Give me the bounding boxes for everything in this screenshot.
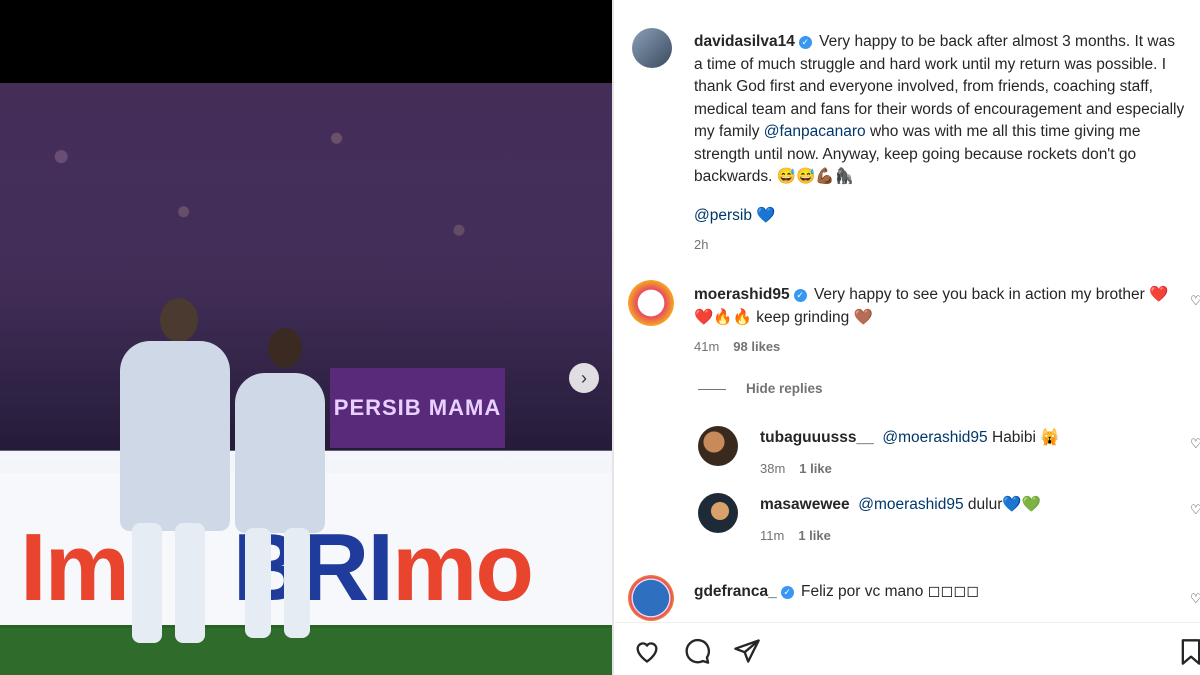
hide-replies-button[interactable]: Hide replies bbox=[698, 381, 823, 396]
media-panel: PERSIB MAMA Im BRImo › bbox=[0, 0, 612, 675]
commenter-username[interactable]: moerashid95 bbox=[694, 286, 790, 303]
reply-mention[interactable]: @moerashid95 bbox=[882, 429, 987, 446]
reply-text: dulur💙💚 bbox=[963, 496, 1041, 513]
caption-mention[interactable]: @fanpacanaro bbox=[764, 123, 866, 140]
reply-likes[interactable]: 1 like bbox=[799, 461, 832, 476]
post-photo: PERSIB MAMA Im BRImo bbox=[0, 83, 612, 675]
player-leg bbox=[175, 523, 205, 643]
post-time[interactable]: 2h bbox=[694, 237, 708, 252]
comment-like-heart-icon[interactable]: ♡ bbox=[1190, 591, 1200, 607]
player-head bbox=[160, 298, 198, 342]
comment-icon[interactable] bbox=[682, 636, 712, 666]
player-leg bbox=[284, 528, 310, 638]
player-celebrating bbox=[235, 373, 325, 533]
post-tag: @persib 💙 bbox=[694, 205, 776, 228]
blue-heart-emoji: 💙 bbox=[756, 207, 776, 224]
reply-avatar[interactable] bbox=[698, 493, 738, 533]
reply-meta: 38m 1 like bbox=[760, 461, 832, 476]
comment-likes[interactable]: 98 likes bbox=[733, 339, 780, 354]
hide-replies-label: Hide replies bbox=[746, 381, 823, 396]
share-icon[interactable] bbox=[732, 636, 762, 666]
reply-time[interactable]: 38m bbox=[760, 461, 785, 476]
verified-icon: ✓ bbox=[793, 289, 807, 302]
reply: masawewee @moerashid95 dulur💙💚 bbox=[760, 494, 1180, 517]
comment: moerashid95 ✓ Very happy to see you back … bbox=[694, 284, 1174, 329]
player-19 bbox=[120, 341, 230, 531]
reply-time[interactable]: 11m bbox=[760, 528, 784, 543]
commenter-avatar[interactable] bbox=[628, 280, 674, 326]
reply-likes[interactable]: 1 like bbox=[798, 528, 831, 543]
fan-banner: PERSIB MAMA bbox=[330, 368, 505, 448]
comment-like-heart-icon[interactable]: ♡ bbox=[1190, 293, 1200, 309]
reply-text: Habibi 🙀 bbox=[987, 429, 1060, 446]
reply-like-heart-icon[interactable]: ♡ bbox=[1190, 436, 1200, 452]
reply: tubaguuusss__ @moerashid95 Habibi 🙀 bbox=[760, 427, 1180, 450]
bookmark-icon[interactable] bbox=[1180, 638, 1200, 671]
reply-meta: 11m 1 like bbox=[760, 528, 831, 543]
comment: gdefranca_ ✓ Feliz por vc mano ◻◻◻◻ bbox=[694, 581, 1174, 604]
reply-mention[interactable]: @moerashid95 bbox=[858, 496, 963, 513]
reply-avatar[interactable] bbox=[698, 426, 738, 466]
chevron-right-icon[interactable]: › bbox=[569, 363, 599, 393]
commenter-username[interactable]: gdefranca_ bbox=[694, 583, 777, 600]
replies-line bbox=[698, 388, 726, 390]
comment-text: Feliz por vc mano ◻◻◻◻ bbox=[801, 583, 980, 600]
player-leg bbox=[132, 523, 162, 643]
panel-divider bbox=[612, 0, 614, 675]
author-username[interactable]: davidasilva14 bbox=[694, 33, 795, 50]
actions-divider bbox=[614, 622, 1200, 623]
comment-time[interactable]: 41m bbox=[694, 339, 719, 354]
reply-like-heart-icon[interactable]: ♡ bbox=[1190, 502, 1200, 518]
heart-icon[interactable] bbox=[632, 636, 662, 666]
verified-icon: ✓ bbox=[780, 586, 794, 599]
author-avatar[interactable] bbox=[632, 28, 672, 68]
player-leg bbox=[245, 528, 271, 638]
action-bar bbox=[632, 636, 762, 666]
comment-meta: 41m 98 likes bbox=[694, 339, 780, 354]
tag-mention[interactable]: @persib bbox=[694, 207, 752, 224]
player-head bbox=[268, 328, 302, 368]
reply-username[interactable]: masawewee bbox=[760, 496, 850, 513]
post-caption: davidasilva14 ✓ Very happy to be back aft… bbox=[694, 31, 1186, 189]
reply-username[interactable]: tubaguuusss__ bbox=[760, 429, 874, 446]
verified-icon: ✓ bbox=[798, 36, 812, 49]
commenter-avatar[interactable] bbox=[628, 575, 674, 621]
